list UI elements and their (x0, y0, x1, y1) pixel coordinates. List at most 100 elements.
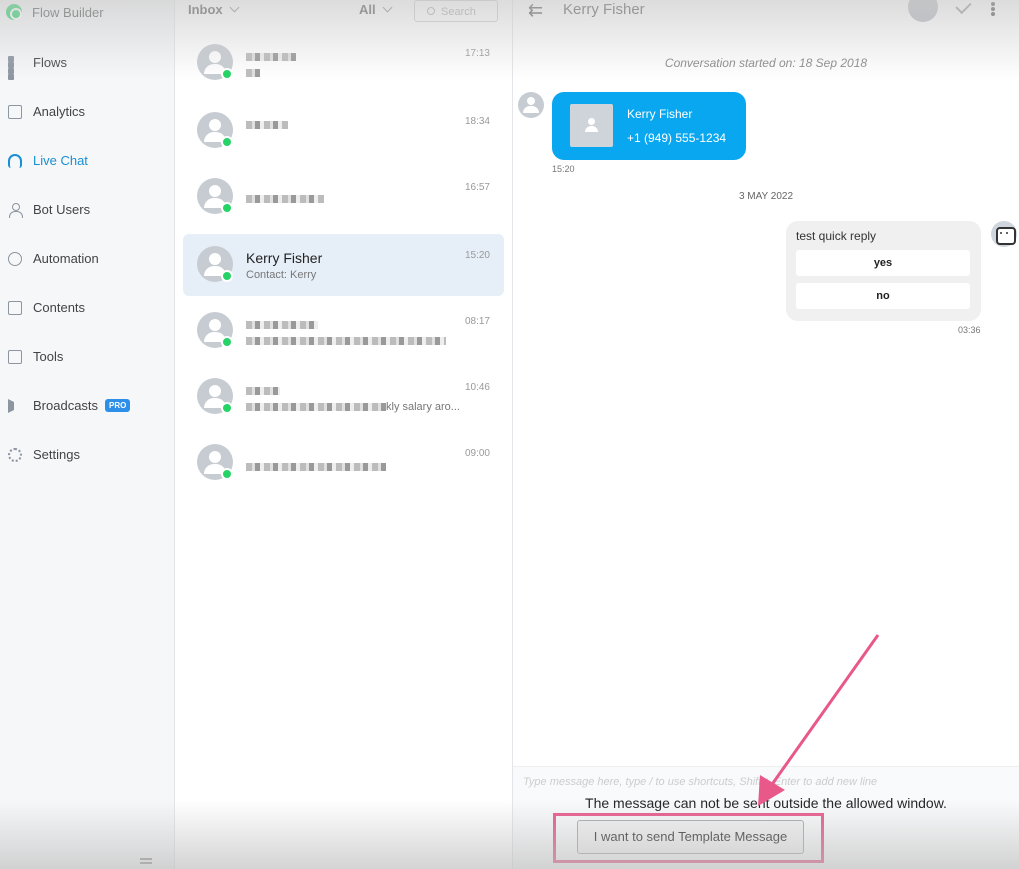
sidebar-item-flows[interactable]: Flows (8, 55, 67, 80)
contact-card-phone: +1 (949) 555-1234 (627, 131, 727, 145)
conversation-list: Inbox All Search 17:13 18:34 16:57 Kerry… (175, 0, 513, 869)
inbox-dropdown[interactable]: Inbox (188, 2, 240, 17)
quick-reply-yes-button[interactable]: yes (796, 250, 970, 276)
contact-name (246, 190, 324, 206)
quick-reply-message: test quick reply yes no (786, 221, 981, 321)
conversation-started: Conversation started on: 18 Sep 2018 (664, 56, 868, 70)
timestamp: 16:57 (464, 182, 490, 193)
list-header: Inbox All Search (175, 0, 513, 28)
sidebar-item-label: Flows (33, 55, 67, 70)
sidebar-item-tools[interactable]: Tools (8, 349, 63, 364)
whatsapp-icon (221, 136, 233, 148)
composer-placeholder: Type message here, type / to use shortcu… (523, 776, 878, 788)
sidebar-item-label: Bot Users (33, 202, 91, 217)
window-notice: The message can not be sent outside the … (585, 795, 947, 811)
contact-name (246, 116, 288, 132)
send-template-button[interactable]: I want to send Template Message (577, 820, 804, 854)
whatsapp-icon (221, 336, 233, 348)
quick-reply-text: test quick reply (796, 229, 877, 243)
agent-avatar[interactable] (908, 0, 938, 22)
sidebar-item-label: Settings (33, 447, 80, 462)
list-item[interactable]: 09:00 (183, 432, 504, 494)
chat-header: ⇇ Kerry Fisher (513, 0, 1019, 22)
sidebar-item-analytics[interactable]: Analytics (8, 104, 85, 119)
grid-icon (8, 55, 22, 80)
contact-name (246, 48, 296, 64)
message-snippet (246, 335, 446, 347)
gear-icon (8, 447, 22, 462)
search-icon (427, 7, 435, 15)
list-item[interactable]: 16:57 (183, 166, 504, 228)
message-time: 15:20 (552, 164, 575, 174)
sidebar-item-label: Contents (33, 300, 86, 315)
list-item[interactable]: 18:34 (183, 100, 504, 162)
timestamp: 15:20 (464, 250, 490, 261)
timestamp: 18:34 (464, 116, 490, 127)
chat-title: Kerry Fisher (563, 1, 645, 18)
sidebar-item-automation[interactable]: Automation (8, 251, 99, 266)
filter-label: All (359, 2, 376, 17)
collapse-menu-icon[interactable] (140, 858, 152, 860)
megaphone-icon (8, 398, 22, 413)
more-menu-icon[interactable] (991, 2, 995, 6)
timestamp: 09:00 (464, 448, 490, 459)
contact-name (246, 458, 386, 474)
sidebar-item-label: Broadcasts (33, 398, 99, 413)
headset-icon (8, 153, 22, 168)
timestamp: 08:17 (464, 316, 490, 327)
brand-label: Flow Builder (32, 4, 104, 20)
search-placeholder: Search (441, 6, 476, 18)
contact-card-name: Kerry Fisher (627, 107, 693, 121)
sidebar-item-contents[interactable]: Contents (8, 300, 85, 315)
sidebar-item-broadcasts[interactable]: Broadcasts PRO (8, 398, 131, 413)
sidebar-item-label: Live Chat (33, 153, 88, 168)
whatsapp-icon (221, 468, 233, 480)
contact-card-icon (570, 104, 613, 147)
app-root: Flow Builder Flows Analytics Live Chat B… (0, 0, 1019, 869)
message-time: 03:36 (958, 325, 981, 335)
sidebar-item-label: Tools (33, 349, 64, 364)
chevron-down-icon (382, 2, 393, 13)
bot-avatar (991, 221, 1017, 247)
whatsapp-icon (221, 202, 233, 214)
contact-subtitle: Contact: Kerry (246, 269, 317, 281)
quick-reply-no-button[interactable]: no (796, 283, 970, 309)
contact-avatar (518, 92, 544, 118)
toolbox-icon (8, 349, 22, 364)
sidebar-item-label: Analytics (33, 104, 86, 119)
sidebar-item-live-chat[interactable]: Live Chat (8, 153, 88, 168)
sidebar-item-label: Automation (33, 251, 99, 266)
contact-name: Kerry Fisher (246, 250, 323, 266)
list-item[interactable]: 17:13 (183, 32, 504, 94)
presentation-icon (8, 104, 22, 119)
brand[interactable]: Flow Builder (6, 4, 104, 20)
timestamp: 17:13 (464, 48, 490, 59)
search-input[interactable]: Search (414, 0, 498, 22)
date-separator: 3 MAY 2022 (738, 191, 794, 202)
chat-pane: ⇇ Kerry Fisher Conversation started on: … (513, 0, 1019, 869)
message-snippet (246, 67, 260, 79)
inbox-label: Inbox (188, 2, 223, 17)
sidebar-item-settings[interactable]: Settings (8, 447, 80, 462)
sidebar-item-bot-users[interactable]: Bot Users (8, 202, 91, 218)
contact-name (246, 316, 318, 332)
list-item[interactable]: 08:17 (183, 300, 504, 362)
timestamp: 10:46 (464, 382, 490, 393)
snippet-text: kly salary aro... (386, 401, 460, 413)
contents-icon (8, 300, 22, 315)
whatsapp-icon (221, 68, 233, 80)
chevron-down-icon (229, 2, 240, 13)
list-item[interactable]: kly salary aro... 10:46 (183, 366, 504, 428)
contact-card-message[interactable]: Kerry Fisher +1 (949) 555-1234 (552, 92, 746, 160)
user-icon (8, 202, 23, 218)
whatsapp-logo-icon (6, 4, 22, 20)
back-arrow-icon[interactable]: ⇇ (528, 1, 543, 19)
resolve-check-icon[interactable] (955, 0, 972, 15)
contact-name (246, 382, 280, 398)
whatsapp-icon (221, 402, 233, 414)
filter-dropdown[interactable]: All (359, 2, 393, 17)
automation-icon (8, 251, 22, 266)
message-snippet: kly salary aro... (246, 401, 460, 413)
sidebar-nav: Flow Builder Flows Analytics Live Chat B… (0, 0, 175, 869)
list-item-kerry-fisher[interactable]: Kerry Fisher Contact: Kerry 15:20 (183, 234, 504, 296)
